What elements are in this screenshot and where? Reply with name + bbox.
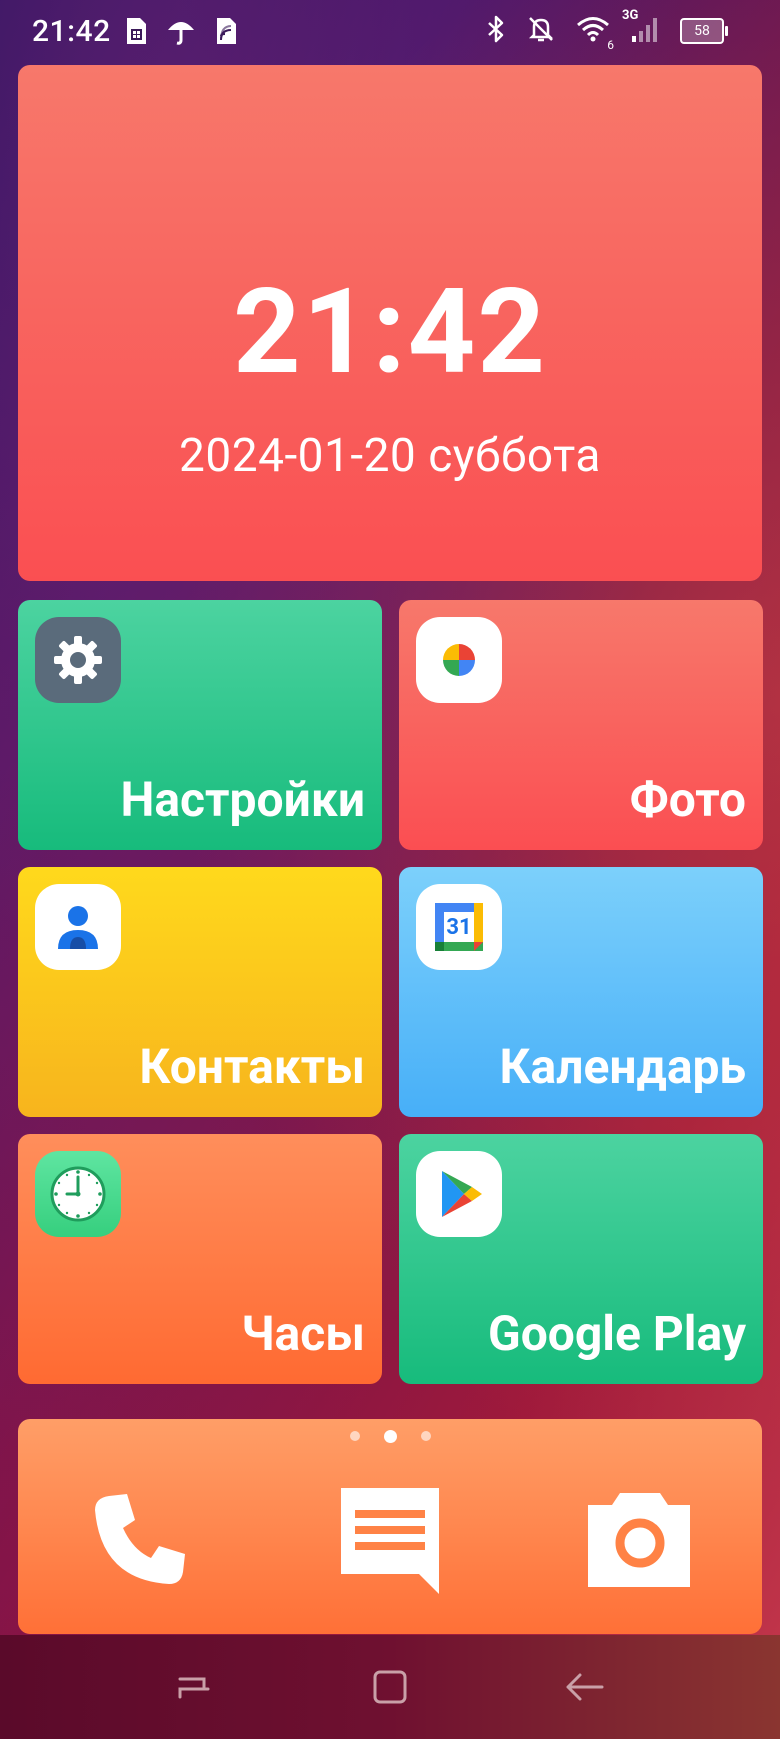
battery-icon: 58	[680, 18, 728, 44]
wifi-icon: 6	[576, 14, 614, 52]
messages-icon	[333, 1482, 447, 1600]
contacts-icon	[35, 884, 121, 970]
signal-icon: 3G	[622, 8, 660, 48]
google-calendar-icon: 31	[416, 884, 502, 970]
app-tile-clock[interactable]: Часы	[18, 1134, 382, 1384]
bluetooth-icon	[486, 14, 506, 48]
app-tile-label: Google Play	[487, 1305, 746, 1362]
settings-gear-icon	[35, 617, 121, 703]
back-icon	[562, 1667, 606, 1711]
app-tile-calendar[interactable]: 31 Календарь	[399, 867, 763, 1117]
network-type-label: 3G	[622, 8, 639, 23]
umbrella-icon	[166, 16, 196, 50]
navigation-bar	[0, 1635, 780, 1739]
back-button[interactable]	[562, 1667, 606, 1711]
phone-icon	[85, 1484, 195, 1598]
app-tile-photos[interactable]: Фото	[399, 600, 763, 850]
app-tile-label: Часы	[241, 1305, 365, 1362]
app-tile-contacts[interactable]: Контакты	[18, 867, 382, 1117]
clock-date: 2024-01-20 суббота	[179, 429, 601, 483]
app-tile-google-play[interactable]: Google Play	[399, 1134, 763, 1384]
app-tile-settings[interactable]: Настройки	[18, 600, 382, 850]
wifi-sub-label: 6	[607, 38, 614, 52]
phone-button[interactable]	[80, 1481, 200, 1601]
status-left-icons	[124, 16, 238, 50]
clock-widget[interactable]: 21:42 2024-01-20 суббота	[18, 65, 762, 581]
home-button[interactable]	[368, 1667, 412, 1711]
google-play-icon	[416, 1151, 502, 1237]
sim-card-icon	[124, 16, 148, 50]
recents-icon	[174, 1667, 214, 1711]
app-tile-label: Календарь	[499, 1038, 746, 1095]
status-right-icons: 6 3G 58	[486, 8, 728, 52]
app-tile-label: Настройки	[120, 771, 365, 828]
google-photos-icon	[416, 617, 502, 703]
home-icon	[370, 1667, 410, 1711]
clock-icon	[35, 1151, 121, 1237]
status-time: 21:42	[32, 14, 111, 49]
page-dot-active[interactable]	[383, 1430, 397, 1443]
recents-button[interactable]	[172, 1667, 216, 1711]
dock	[18, 1419, 762, 1634]
status-bar: 21:42 6 3G 58	[0, 0, 780, 64]
page-dot[interactable]	[349, 1431, 360, 1441]
calendar-day-label: 31	[446, 914, 472, 940]
camera-button[interactable]	[580, 1481, 700, 1601]
camera-icon	[584, 1483, 696, 1599]
sim-card-2-icon	[214, 16, 238, 50]
notifications-off-icon	[526, 14, 556, 48]
messages-button[interactable]	[330, 1481, 450, 1601]
app-tile-label: Контакты	[139, 1038, 365, 1095]
page-dot[interactable]	[420, 1431, 431, 1441]
app-tile-label: Фото	[629, 771, 746, 828]
clock-time: 21:42	[232, 263, 548, 401]
page-indicator	[18, 1430, 762, 1443]
